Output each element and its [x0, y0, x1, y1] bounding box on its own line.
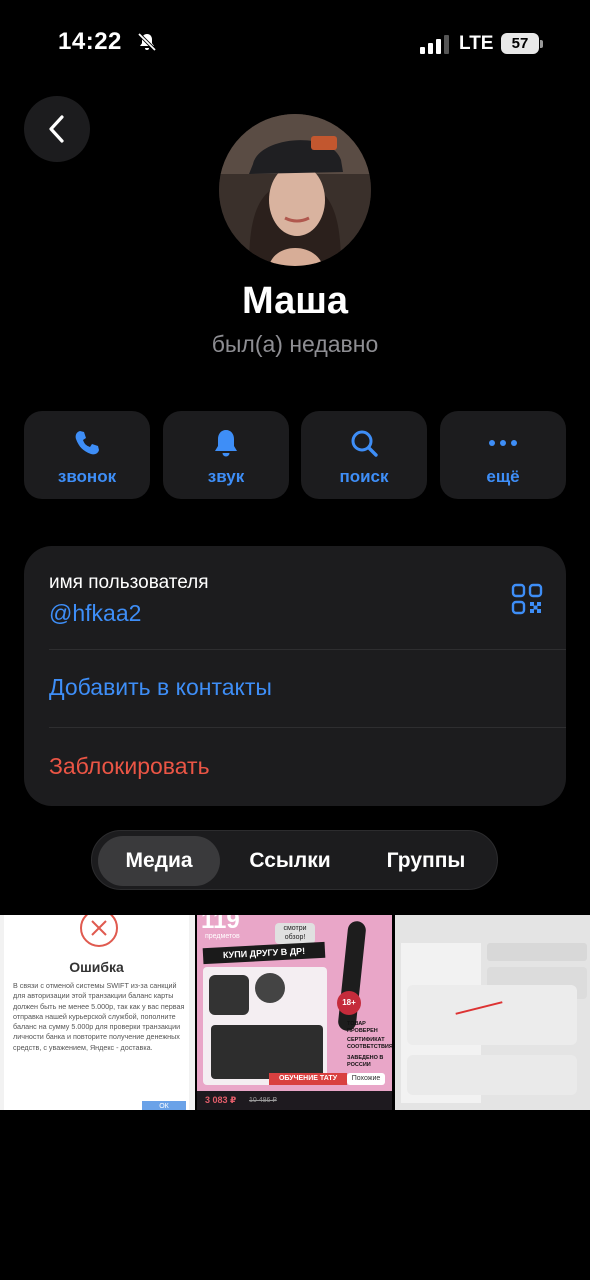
media-thumbnail[interactable]: Ошибка В связи с отменой системы SWIFT и…	[0, 915, 195, 1110]
status-time: 14:22	[58, 28, 122, 55]
sound-button[interactable]: звук	[163, 411, 289, 499]
sound-label: звук	[207, 467, 245, 486]
battery-tip	[540, 40, 543, 48]
qr-code-icon[interactable]	[511, 583, 543, 615]
search-icon	[351, 430, 378, 457]
similar-label: Похожие	[347, 1073, 385, 1085]
profile-status: был(а) недавно	[211, 331, 379, 357]
username-link[interactable]: @hfkaa2	[49, 600, 141, 627]
review-badge: смотри обзор!	[275, 923, 315, 944]
more-label: ещё	[486, 467, 520, 486]
back-button[interactable]	[24, 96, 90, 162]
search-label: поиск	[339, 467, 389, 486]
media-thumbnail[interactable]: 119 предметов смотри обзор! КУПИ ДРУГУ В…	[197, 915, 392, 1110]
feature-1: ТОВАР ПРОВЕРЕН	[347, 1021, 378, 1034]
bell-icon	[215, 430, 237, 457]
chevron-left-icon	[49, 115, 64, 143]
error-text: В связи с отменой системы SWIFT из-за са…	[13, 981, 185, 1052]
ok-button: ОК	[142, 1101, 186, 1110]
profile-name: Маша	[241, 280, 349, 322]
media-tabs: Медиа Ссылки Группы	[91, 830, 498, 890]
old-price: 10 486 ₽	[249, 1097, 277, 1104]
feature-3: ЗАВЕДЕНО В РОССИИ	[347, 1055, 384, 1068]
more-icon	[489, 440, 517, 446]
more-button[interactable]: ещё	[440, 411, 566, 499]
item-count-caption: предметов	[205, 933, 240, 940]
price: 3 083 ₽	[205, 1095, 237, 1105]
call-button[interactable]: звонок	[24, 411, 150, 499]
course-label: ОБУЧЕНИЕ ТАТУ	[269, 1073, 347, 1085]
age-badge: 18+	[337, 991, 361, 1015]
username-label: имя пользователя	[49, 572, 209, 593]
network-type: LTE	[459, 33, 494, 54]
divider	[49, 649, 566, 650]
error-icon	[80, 915, 118, 947]
info-card: имя пользователя @hfkaa2 Добавить в конт…	[24, 546, 566, 806]
signal-icon	[420, 35, 449, 54]
add-contact-button[interactable]: Добавить в контакты	[49, 674, 272, 701]
phone-icon	[75, 431, 99, 455]
divider	[49, 727, 566, 728]
feature-2: СЕРТИФИКАТ СООТВЕТСТВИЯ	[347, 1037, 392, 1050]
error-title: Ошибка	[69, 959, 124, 975]
battery-level: 57	[501, 33, 539, 54]
avatar[interactable]	[219, 114, 371, 266]
search-button[interactable]: поиск	[301, 411, 427, 499]
media-thumbnail[interactable]	[395, 915, 590, 1110]
tab-links[interactable]: Ссылки	[228, 836, 352, 886]
block-user-button[interactable]: Заблокировать	[49, 753, 210, 780]
item-count: 119	[201, 915, 240, 934]
call-label: звонок	[57, 467, 117, 486]
bell-muted-icon	[137, 32, 157, 52]
tab-groups[interactable]: Группы	[364, 836, 488, 886]
tab-media[interactable]: Медиа	[98, 836, 220, 886]
